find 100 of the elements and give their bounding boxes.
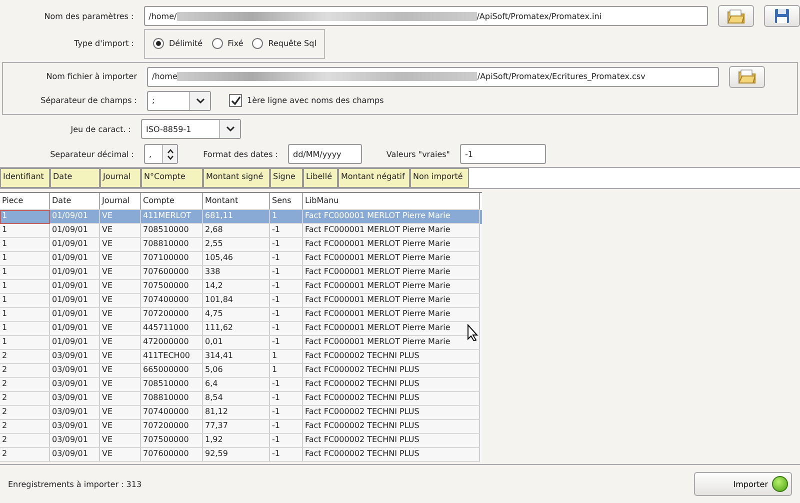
table-cell: 01/09/01 xyxy=(50,266,100,280)
table-row[interactable]: 1 01/09/01 VE 707500000 14,2 -1 Fact FC000001 MERLOT Pierre Marie xyxy=(0,280,482,294)
table-cell: Fact FC000002 TECHNI PLUS xyxy=(303,420,480,434)
table-cell: 1 xyxy=(270,350,303,364)
check-icon xyxy=(230,96,240,106)
table-cell: VE xyxy=(100,322,141,336)
table-cell: 03/09/01 xyxy=(50,406,100,420)
table-cell: 92,59 xyxy=(203,448,270,462)
table-row[interactable]: 2 03/09/01 VE 707500000 1,92 -1 Fact FC000002 TECHNI PLUS xyxy=(0,434,482,448)
table-cell: Fact FC000001 MERLOT Pierre Marie xyxy=(303,266,480,280)
table-cell: 03/09/01 xyxy=(50,420,100,434)
table-cell: 1 xyxy=(0,266,50,280)
mapping-cell[interactable]: Signe xyxy=(270,168,303,188)
header-checkbox[interactable]: 1ère ligne avec noms des champs xyxy=(229,94,384,107)
true-values-field[interactable]: -1 xyxy=(460,144,546,164)
table-cell: 2 xyxy=(0,406,50,420)
table-row[interactable]: 1 01/09/01 VE 472000000 0,01 -1 Fact FC000001 MERLOT Pierre Marie xyxy=(0,336,482,350)
table-cell: 03/09/01 xyxy=(50,364,100,378)
mapping-cell[interactable]: Journal xyxy=(100,168,141,188)
table-cell: 708810000 xyxy=(141,238,203,252)
table-row[interactable]: 1 01/09/01 VE 708510000 2,68 -1 Fact FC000001 MERLOT Pierre Marie xyxy=(0,224,482,238)
table-cell: 411TECH00 xyxy=(141,350,203,364)
table-row[interactable]: 2 03/09/01 VE 665000000 5,06 1 Fact FC000002 TECHNI PLUS xyxy=(0,364,482,378)
table-cell: -1 xyxy=(270,448,303,462)
table-cell: 03/09/01 xyxy=(50,392,100,406)
table-row[interactable]: 1 01/09/01 VE 707400000 101,84 -1 Fact FC000001 MERLOT Pierre Marie xyxy=(0,294,482,308)
table-row[interactable]: 2 03/09/01 VE 707200000 77,37 -1 Fact FC000002 TECHNI PLUS xyxy=(0,420,482,434)
table-cell: -1 xyxy=(270,392,303,406)
charset-dropdown[interactable]: ISO-8859-1 xyxy=(141,119,241,139)
table-cell: 4,75 xyxy=(203,308,270,322)
table-cell: -1 xyxy=(270,294,303,308)
mapping-cell[interactable]: Libellé xyxy=(303,168,338,188)
table-row[interactable]: 2 03/09/01 VE 708510000 6,4 -1 Fact FC000002 TECHNI PLUS xyxy=(0,378,482,392)
import-button[interactable]: Importer xyxy=(694,472,792,496)
save-button[interactable] xyxy=(764,5,800,27)
radio-option[interactable]: Fixé xyxy=(212,38,244,49)
mapping-cell[interactable]: Date xyxy=(50,168,100,188)
field-label: Séparateur de champs : xyxy=(40,96,138,105)
mapping-cell[interactable]: Montant négatif xyxy=(338,168,410,188)
mapping-cell[interactable]: Non importé xyxy=(410,168,469,188)
table-cell: VE xyxy=(100,350,141,364)
status-text: Enregistrements à importer : 313 xyxy=(8,480,142,488)
table-row[interactable]: 2 03/09/01 VE 708810000 8,54 -1 Fact FC000002 TECHNI PLUS xyxy=(0,392,482,406)
table-row[interactable]: 1 01/09/01 VE 708810000 2,55 -1 Fact FC000001 MERLOT Pierre Marie xyxy=(0,238,482,252)
save-icon xyxy=(774,8,790,24)
table-cell: VE xyxy=(100,266,141,280)
table-cell: 01/09/01 xyxy=(50,308,100,322)
table-row[interactable]: 2 03/09/01 VE 411TECH00 314,41 1 Fact FC000002 TECHNI PLUS xyxy=(0,350,482,364)
table-cell: 1 xyxy=(0,224,50,238)
table-cell: 03/09/01 xyxy=(50,378,100,392)
table-row[interactable]: 2 03/09/01 VE 707600000 92,59 -1 Fact FC000002 TECHNI PLUS xyxy=(0,448,482,462)
mapping-cell[interactable]: N°Compte xyxy=(141,168,203,188)
separator-dropdown[interactable]: ; xyxy=(147,90,211,110)
mapping-cell[interactable]: Montant signé xyxy=(203,168,270,188)
path-field[interactable]: /home/ /ApiSoft/Promatex/Promatex.ini xyxy=(144,6,708,26)
table-cell: 707100000 xyxy=(141,252,203,266)
table-cell: Fact FC000001 MERLOT Pierre Marie xyxy=(303,252,480,266)
table-cell: 01/09/01 xyxy=(50,322,100,336)
column-header[interactable]: Piece xyxy=(0,193,50,210)
table-cell: 708510000 xyxy=(141,224,203,238)
table-cell: Fact FC000001 MERLOT Pierre Marie xyxy=(303,294,480,308)
mapping-cell[interactable]: Identifiant xyxy=(0,168,50,188)
open-button[interactable] xyxy=(729,66,765,88)
table-cell: VE xyxy=(100,308,141,322)
table-cell: 2 xyxy=(0,364,50,378)
decimal-spinner[interactable]: , xyxy=(144,144,178,164)
table-cell: -1 xyxy=(270,252,303,266)
table-cell: 707500000 xyxy=(141,280,203,294)
date-format-field[interactable]: dd/MM/yyyy xyxy=(288,144,362,164)
table-cell: -1 xyxy=(270,322,303,336)
table-row[interactable]: 1 01/09/01 VE 707200000 4,75 -1 Fact FC000001 MERLOT Pierre Marie xyxy=(0,308,482,322)
table-cell: 111,62 xyxy=(203,322,270,336)
field-label: Separateur décimal : xyxy=(49,150,135,158)
open-button[interactable] xyxy=(718,5,754,27)
folder-icon xyxy=(738,69,756,84)
field-label: Jeu de caract. : xyxy=(69,124,132,134)
table-cell: -1 xyxy=(270,266,303,280)
path-field[interactable]: /home /ApiSoft/Promatex/Ecritures_Promatex.csv xyxy=(147,66,719,86)
table-row[interactable]: 2 03/09/01 VE 707400000 81,12 -1 Fact FC000002 TECHNI PLUS xyxy=(0,406,482,420)
table-cell: 707600000 xyxy=(141,266,203,280)
table-cell: VE xyxy=(100,392,141,406)
table-cell: VE xyxy=(100,420,141,434)
table-cell: 01/09/01 xyxy=(50,224,100,238)
table-cell: 77,37 xyxy=(203,420,270,434)
radio-option[interactable]: Requête Sql xyxy=(252,38,316,49)
table-cell: 8,54 xyxy=(203,392,270,406)
radio-option[interactable]: Délimité xyxy=(153,38,203,49)
table-cell: VE xyxy=(100,434,141,448)
table-cell: VE xyxy=(100,406,141,420)
table-cell: 1 xyxy=(270,364,303,378)
chevron-down-icon xyxy=(226,126,234,132)
table-cell: 1 xyxy=(0,252,50,266)
table-cell: 2 xyxy=(0,448,50,462)
table-cell: 01/09/01 xyxy=(50,280,100,294)
table-row[interactable]: 1 01/09/01 VE 707600000 338 -1 Fact FC000001 MERLOT Pierre Marie xyxy=(0,266,482,280)
field-label: Nom des paramètres : xyxy=(43,12,135,20)
table-cell: Fact FC000002 TECHNI PLUS xyxy=(303,364,480,378)
field-label: Valeurs "vraies" xyxy=(385,150,451,158)
table-row[interactable]: 1 01/09/01 VE 707100000 105,46 -1 Fact FC000001 MERLOT Pierre Marie xyxy=(0,252,482,266)
table-cell: 01/09/01 xyxy=(50,252,100,266)
